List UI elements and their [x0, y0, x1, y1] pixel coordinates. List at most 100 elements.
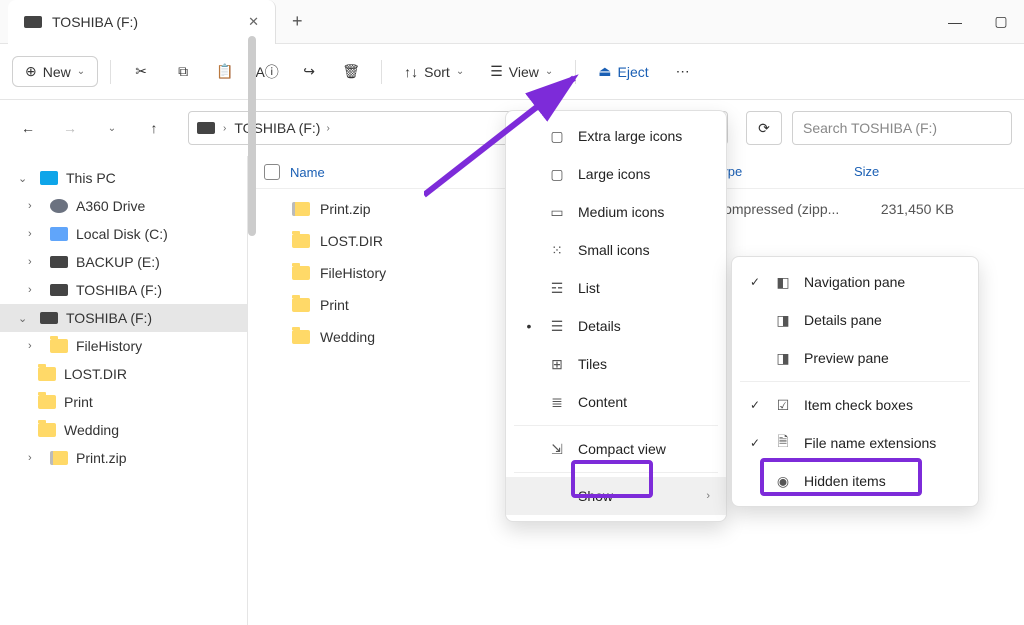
- eject-label: Eject: [618, 64, 649, 80]
- folder-icon: [38, 367, 56, 381]
- zip-icon: [50, 451, 68, 465]
- sidebar-item-backupe[interactable]: ›BACKUP (E:): [0, 248, 247, 276]
- sidebar-item-thispc[interactable]: ⌄This PC: [0, 164, 247, 192]
- menu-large-icons[interactable]: ▢Large icons: [506, 155, 726, 193]
- scrollbar[interactable]: [248, 36, 256, 236]
- menu-details[interactable]: •☰Details: [506, 307, 726, 345]
- folder-icon: [292, 298, 310, 312]
- sidebar-item-localc[interactable]: ›Local Disk (C:): [0, 220, 247, 248]
- copy-button[interactable]: ⧉: [165, 54, 201, 90]
- menu-file-name-extensions[interactable]: ✓🗎File name extensions: [732, 424, 978, 462]
- search-placeholder: Search TOSHIBA (F:): [803, 120, 937, 136]
- file-icon: 🗎: [774, 434, 792, 452]
- view-button[interactable]: ☰ View ⌄: [480, 57, 563, 86]
- cloud-icon: [50, 199, 68, 213]
- chevron-down-icon: ⌄: [456, 66, 464, 77]
- delete-button[interactable]: 🗑: [333, 54, 369, 90]
- menu-compact-view[interactable]: ⇲Compact view: [506, 430, 726, 468]
- eject-icon: ⏏: [598, 63, 611, 80]
- content-icon: ≣: [548, 393, 566, 411]
- col-size[interactable]: Size: [854, 164, 954, 180]
- view-menu: ▢Extra large icons ▢Large icons ▭Medium …: [505, 110, 727, 522]
- sort-icon: ↑↓: [404, 64, 418, 80]
- cut-button[interactable]: ✂: [123, 54, 159, 90]
- zip-icon: [292, 202, 310, 216]
- close-tab-icon[interactable]: ✕: [248, 14, 259, 30]
- menu-medium-icons[interactable]: ▭Medium icons: [506, 193, 726, 231]
- chevron-right-icon: ›: [223, 123, 226, 134]
- sidebar-item-print[interactable]: Print: [0, 388, 247, 416]
- sidebar-item-toshibaf2[interactable]: ⌄TOSHIBA (F:): [0, 304, 247, 332]
- more-icon: ⋯: [676, 63, 690, 80]
- copy-icon: ⧉: [178, 63, 188, 80]
- menu-details-pane[interactable]: ◨Details pane: [732, 301, 978, 339]
- drive-icon: [50, 227, 68, 241]
- previewpane-icon: ◨: [774, 349, 792, 367]
- tab-active[interactable]: TOSHIBA (F:) ✕: [8, 0, 276, 44]
- select-all-checkbox[interactable]: [264, 164, 280, 180]
- sidebar-item-a360[interactable]: ›A360 Drive: [0, 192, 247, 220]
- sm-icon: ⁙: [548, 241, 566, 259]
- tab-title: TOSHIBA (F:): [52, 14, 138, 30]
- drive-icon: [50, 256, 68, 268]
- menu-tiles[interactable]: ⊞Tiles: [506, 345, 726, 383]
- sidebar-item-lostdir[interactable]: LOST.DIR: [0, 360, 247, 388]
- drive-icon: [40, 312, 58, 324]
- drive-icon: [197, 122, 215, 134]
- xl-icon: ▢: [548, 127, 566, 145]
- share-button[interactable]: ↪: [291, 54, 327, 90]
- minimize-button[interactable]: —: [932, 0, 978, 44]
- refresh-button[interactable]: ⟳: [746, 111, 782, 145]
- menu-navigation-pane[interactable]: ✓◧Navigation pane: [732, 263, 978, 301]
- sidebar-item-wedding[interactable]: Wedding: [0, 416, 247, 444]
- separator: [110, 60, 111, 84]
- new-button[interactable]: ⊕ New ⌄: [12, 56, 98, 87]
- monitor-icon: [40, 171, 58, 185]
- back-button[interactable]: ←: [12, 112, 44, 144]
- menu-small-icons[interactable]: ⁙Small icons: [506, 231, 726, 269]
- search-input[interactable]: Search TOSHIBA (F:): [792, 111, 1012, 145]
- share-icon: ↪: [303, 63, 315, 80]
- drive-icon: [24, 16, 42, 28]
- trash-icon: 🗑: [342, 63, 360, 80]
- menu-show[interactable]: Show›: [506, 477, 726, 515]
- tiles-icon: ⊞: [548, 355, 566, 373]
- sidebar-item-toshibaf1[interactable]: ›TOSHIBA (F:): [0, 276, 247, 304]
- sort-button[interactable]: ↑↓ Sort ⌄: [394, 58, 474, 86]
- drive-icon: [50, 284, 68, 296]
- eye-icon: ◉: [774, 472, 792, 490]
- sidebar-item-printzip[interactable]: ›Print.zip: [0, 444, 247, 472]
- view-label: View: [509, 64, 539, 80]
- list-icon: ☲: [548, 279, 566, 297]
- new-label: New: [43, 64, 71, 80]
- chevron-down-icon: ⌄: [77, 66, 85, 77]
- separator: [575, 60, 576, 84]
- show-submenu: ✓◧Navigation pane ◨Details pane ◨Preview…: [731, 256, 979, 507]
- paste-icon: 📋: [216, 63, 233, 80]
- recent-button[interactable]: ⌄: [96, 112, 128, 144]
- menu-extra-large-icons[interactable]: ▢Extra large icons: [506, 117, 726, 155]
- menu-hidden-items[interactable]: ◉Hidden items: [732, 462, 978, 500]
- menu-item-check-boxes[interactable]: ✓☑Item check boxes: [732, 386, 978, 424]
- eject-button[interactable]: ⏏ Eject: [588, 57, 658, 86]
- menu-preview-pane[interactable]: ◨Preview pane: [732, 339, 978, 377]
- more-button[interactable]: ⋯: [665, 54, 701, 90]
- paste-button[interactable]: 📋: [207, 54, 243, 90]
- folder-icon: [292, 234, 310, 248]
- new-tab-button[interactable]: +: [276, 11, 319, 32]
- navpane-icon: ◧: [774, 273, 792, 291]
- maximize-button[interactable]: ▢: [978, 0, 1024, 44]
- sort-label: Sort: [424, 64, 450, 80]
- chevron-right-icon: ›: [706, 490, 710, 502]
- cut-icon: ✂: [135, 63, 147, 80]
- compact-icon: ⇲: [548, 440, 566, 458]
- plus-icon: ⊕: [25, 63, 37, 80]
- sidebar-item-filehistory[interactable]: ›FileHistory: [0, 332, 247, 360]
- col-type[interactable]: Type: [714, 164, 854, 180]
- sidebar: ⌄This PC ›A360 Drive ›Local Disk (C:) ›B…: [0, 156, 248, 625]
- detailspane-icon: ◨: [774, 311, 792, 329]
- menu-content[interactable]: ≣Content: [506, 383, 726, 421]
- up-button[interactable]: ↑: [138, 112, 170, 144]
- forward-button[interactable]: →: [54, 112, 86, 144]
- menu-list[interactable]: ☲List: [506, 269, 726, 307]
